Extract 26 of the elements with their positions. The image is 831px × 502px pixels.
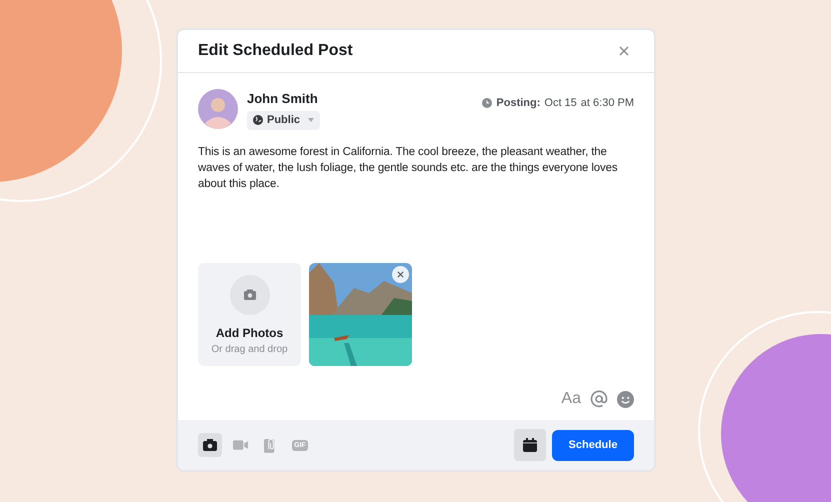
globe-icon [253, 115, 263, 125]
schedule-label: Posting: [496, 96, 540, 111]
drop-hint: Or drag and drop [211, 342, 288, 356]
emoji-button[interactable] [617, 390, 634, 408]
calendar-icon [523, 438, 537, 452]
post-text: This is an awesome forest in California. The cool breeze, the pleasant weather, the waves of water, the lush foliage, the gentle sounds etc. are the things everyone loves about this place. [198, 144, 618, 192]
camera-icon [203, 439, 217, 451]
avatar [198, 89, 238, 130]
schedule-date: Oct 15 [544, 96, 577, 111]
audience-dropdown[interactable]: Public [247, 110, 320, 130]
video-camera-icon [232, 440, 248, 450]
camera-icon [230, 274, 270, 314]
schedule-button[interactable]: Schedule [552, 430, 634, 460]
close-icon [397, 270, 404, 278]
schedule-time: at 6:30 PM [580, 96, 634, 111]
dialog-title: Edit Scheduled Post [198, 41, 353, 61]
close-icon [618, 45, 630, 57]
camera-button[interactable] [198, 433, 222, 457]
paperclip-icon [264, 438, 276, 452]
caret-icon [308, 118, 314, 122]
author-name: John Smith [247, 90, 318, 108]
mention-button[interactable] [590, 390, 608, 408]
clock-icon [482, 98, 492, 108]
text-format-button[interactable]: Aa [561, 387, 581, 411]
calendar-button[interactable] [514, 429, 546, 461]
add-photos-button[interactable]: Add Photos Or drag and drop [198, 262, 301, 366]
